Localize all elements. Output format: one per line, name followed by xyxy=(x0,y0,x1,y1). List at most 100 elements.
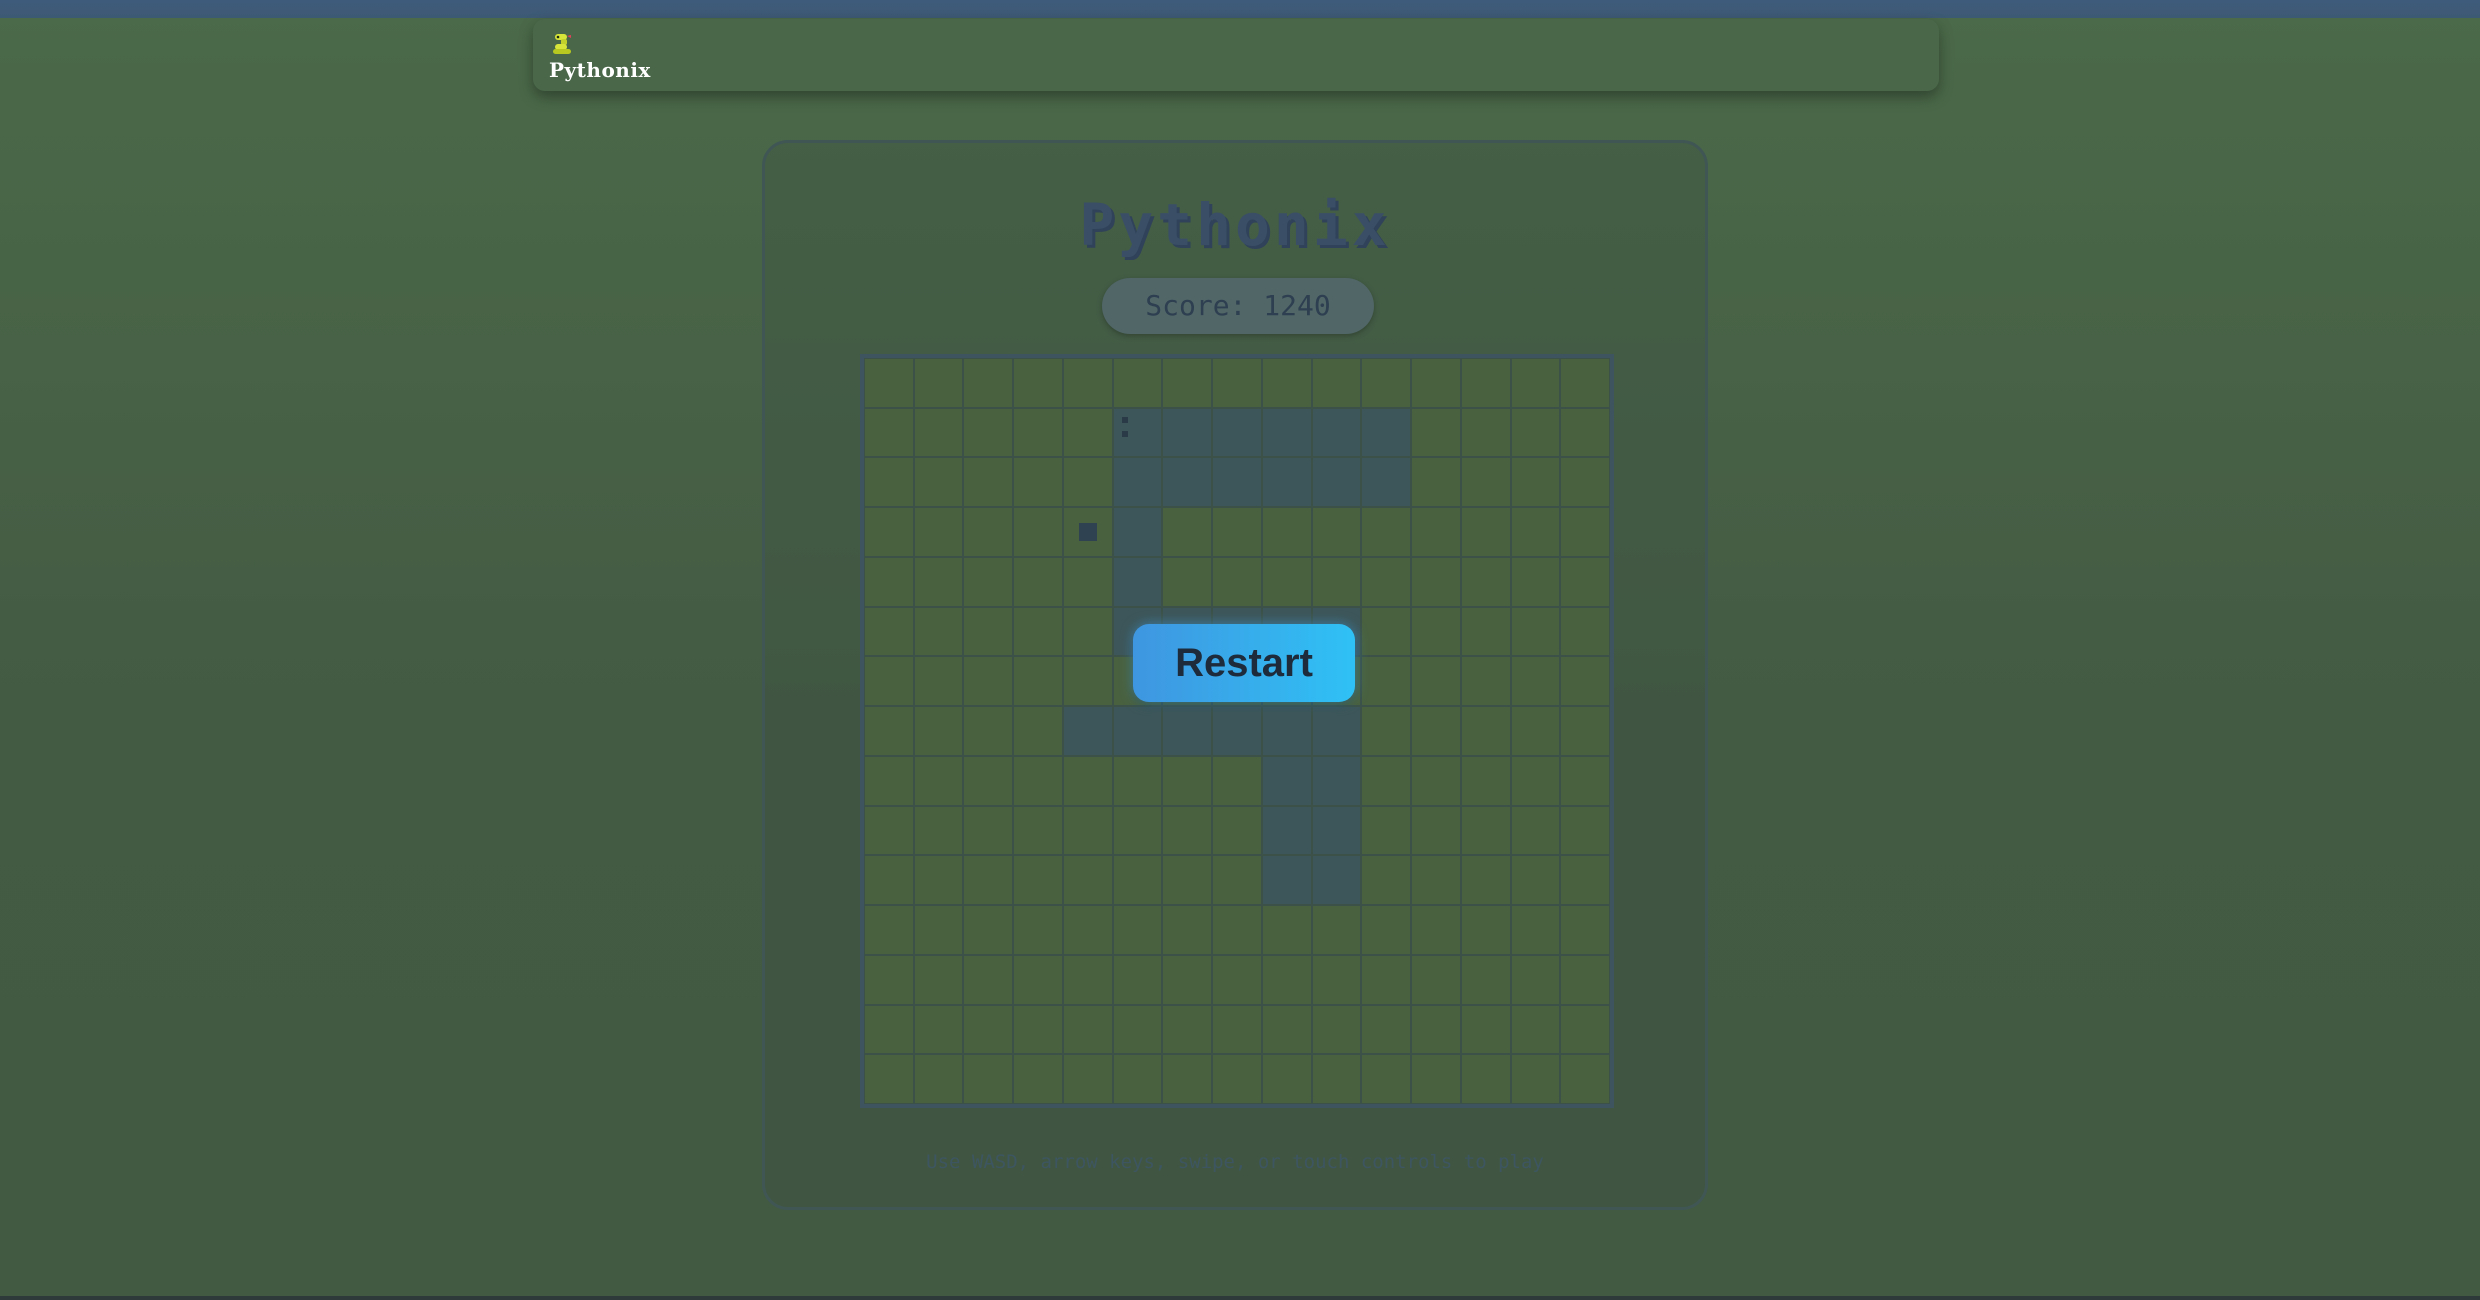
board-cell xyxy=(963,755,1014,806)
snake-segment xyxy=(1261,407,1312,458)
board-cell xyxy=(1212,358,1262,408)
board-cell xyxy=(864,954,914,1005)
board-cell xyxy=(1361,1004,1412,1055)
board-cell xyxy=(1013,954,1063,1005)
snake-segment xyxy=(1112,507,1163,557)
board-cell xyxy=(1361,755,1412,806)
board-cell xyxy=(1560,706,1610,756)
board-cell xyxy=(1510,905,1561,955)
board-cell xyxy=(1013,805,1063,856)
board-cell xyxy=(913,954,964,1005)
snake-icon xyxy=(549,31,575,57)
board-cell xyxy=(864,457,914,508)
board-cell xyxy=(1212,1054,1262,1104)
snake-segment xyxy=(1311,855,1362,906)
game-board[interactable] xyxy=(860,354,1614,1108)
board-cell xyxy=(1411,706,1461,756)
snake-segment xyxy=(1261,755,1312,806)
snake-segment xyxy=(1112,457,1163,508)
board-cell xyxy=(1510,954,1561,1005)
board-cell xyxy=(864,556,914,607)
board-cell xyxy=(1212,905,1262,955)
board-cell xyxy=(1062,805,1113,856)
board-cell xyxy=(1510,358,1561,408)
board-cell xyxy=(1460,1004,1511,1055)
board-cell xyxy=(1510,606,1561,657)
board-cell xyxy=(1162,755,1213,806)
app-name: Pythonix xyxy=(549,58,651,82)
board-cell xyxy=(1013,905,1063,955)
board-cell xyxy=(963,805,1014,856)
board-cell xyxy=(1212,805,1262,856)
board-cell xyxy=(1162,905,1213,955)
board-cell xyxy=(1261,954,1312,1005)
snake-segment xyxy=(1311,805,1362,856)
board-cell xyxy=(1460,954,1511,1005)
board-cell xyxy=(1411,407,1461,458)
board-cell xyxy=(864,507,914,557)
board-cell xyxy=(963,457,1014,508)
board-cell xyxy=(913,556,964,607)
board-cell xyxy=(963,855,1014,906)
board-cell xyxy=(1361,656,1412,707)
board-cell xyxy=(864,905,914,955)
score-value: 1240 xyxy=(1263,289,1331,322)
board-cell xyxy=(1361,1054,1412,1104)
board-cell xyxy=(1411,905,1461,955)
board-cell xyxy=(864,407,914,458)
board-cell xyxy=(1162,855,1213,906)
board-cell xyxy=(1460,805,1511,856)
score-label: Score: xyxy=(1145,289,1247,322)
board-cell xyxy=(864,358,914,408)
board-cell xyxy=(913,1054,964,1104)
board-cell xyxy=(1460,507,1511,557)
board-cell xyxy=(1062,358,1113,408)
board-cell xyxy=(1212,556,1262,607)
board-cell xyxy=(864,706,914,756)
board-cell xyxy=(1311,507,1362,557)
snake-segment xyxy=(1311,457,1362,508)
snake-segment xyxy=(1361,407,1412,458)
board-cell xyxy=(1112,1004,1163,1055)
food-pellet xyxy=(1062,507,1113,557)
board-cell xyxy=(1013,457,1063,508)
board-cell xyxy=(1062,1054,1113,1104)
board-cell xyxy=(1361,556,1412,607)
board-cell xyxy=(1062,1004,1113,1055)
board-cell xyxy=(963,358,1014,408)
board-cell xyxy=(1510,805,1561,856)
board-cell xyxy=(913,407,964,458)
board-cell xyxy=(1560,755,1610,806)
board-cell xyxy=(1411,556,1461,607)
snake-segment xyxy=(1311,706,1362,756)
board-cell xyxy=(913,507,964,557)
board-cell xyxy=(913,855,964,906)
board-cell xyxy=(1510,457,1561,508)
board-cell xyxy=(1112,805,1163,856)
board-cell xyxy=(963,556,1014,607)
game-title: Pythonix xyxy=(1079,191,1391,259)
board-cell xyxy=(1311,1004,1362,1055)
board-cell xyxy=(1560,556,1610,607)
board-cell xyxy=(1361,855,1412,906)
board-cell xyxy=(1062,606,1113,657)
snake-segment xyxy=(1162,407,1213,458)
snake-segment xyxy=(1162,457,1213,508)
board-cell xyxy=(963,1004,1014,1055)
board-cell xyxy=(1510,755,1561,806)
board-cell xyxy=(1162,507,1213,557)
board-cell xyxy=(1460,358,1511,408)
board-cell xyxy=(1261,1054,1312,1104)
restart-button[interactable]: Restart xyxy=(1133,624,1355,702)
board-cell xyxy=(1411,1004,1461,1055)
top-bar xyxy=(0,0,2480,18)
board-cell xyxy=(1510,1004,1561,1055)
board-cell xyxy=(1013,556,1063,607)
snake-segment xyxy=(1212,407,1262,458)
snake-segment xyxy=(1261,805,1312,856)
board-cell xyxy=(1560,905,1610,955)
board-cell xyxy=(1560,805,1610,856)
snake-segment xyxy=(1162,706,1213,756)
board-cell xyxy=(864,656,914,707)
board-cell xyxy=(864,855,914,906)
